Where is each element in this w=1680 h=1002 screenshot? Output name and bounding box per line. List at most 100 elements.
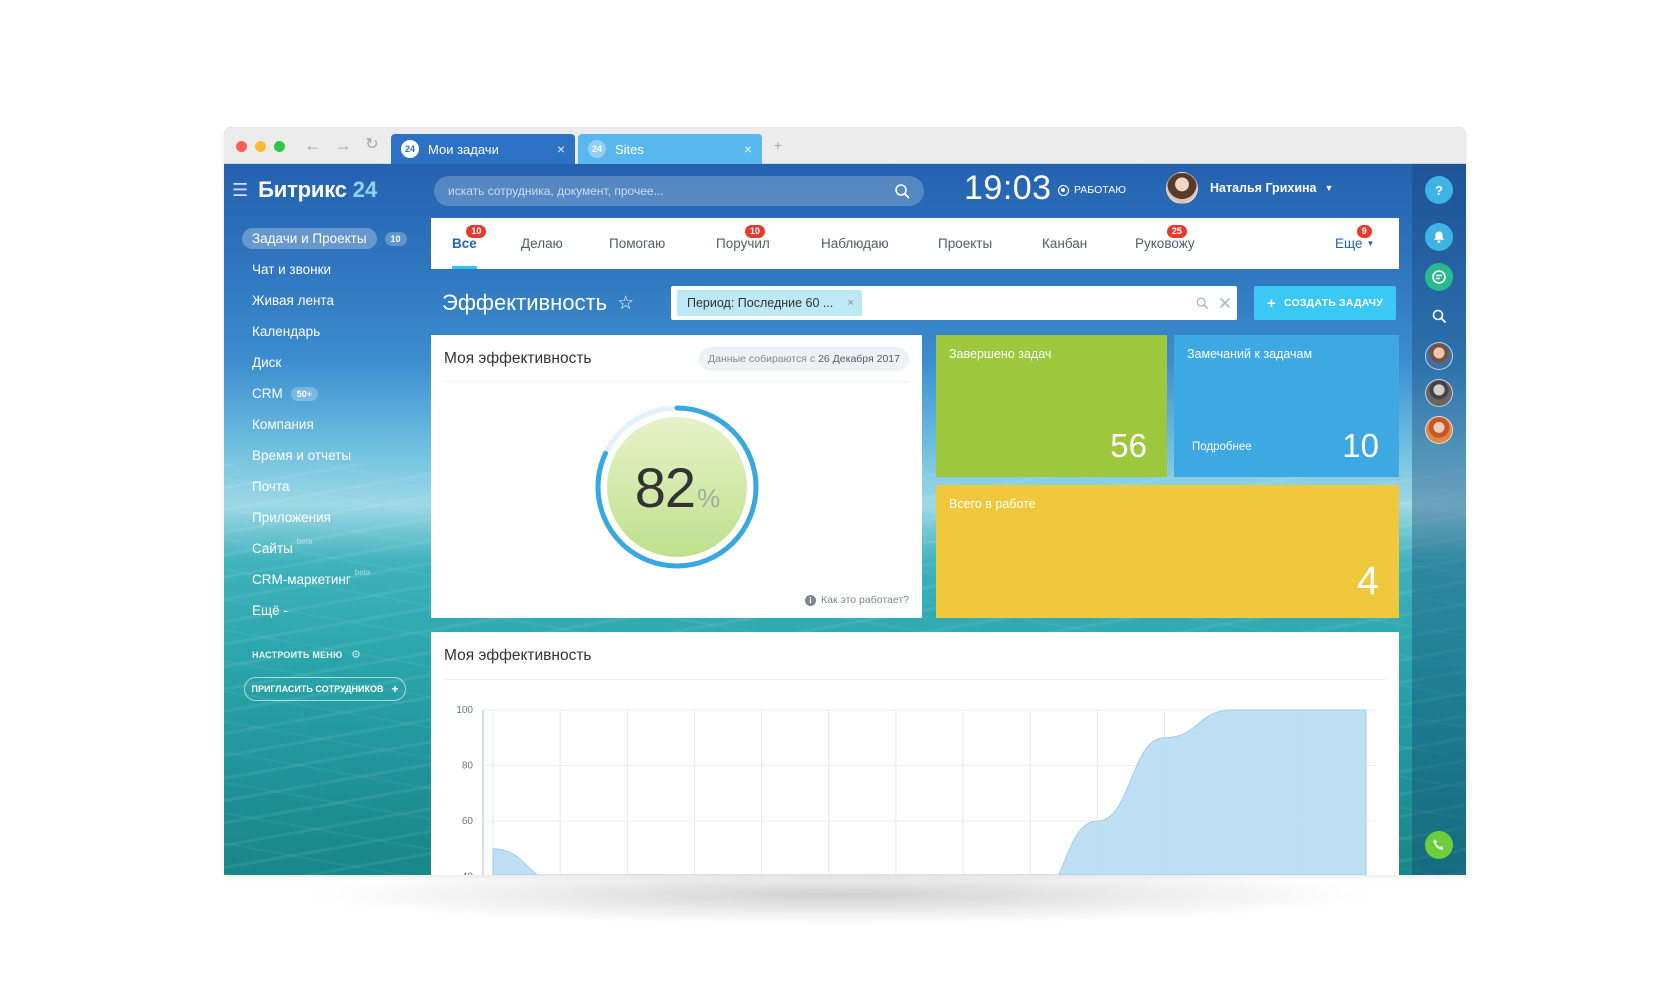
configure-menu-button[interactable]: НАСТРОИТЬ МЕНЮ ⚙ <box>252 648 361 661</box>
tab-label: Проекты <box>938 236 993 251</box>
sidebar-item-label: Приложения <box>252 510 331 525</box>
browser-tab-my-tasks[interactable]: 24 Мои задачи × <box>391 134 575 164</box>
menu-burger-icon[interactable]: ☰ <box>232 180 248 201</box>
user-name: Наталья Грихина <box>1210 181 1317 195</box>
tab-doing[interactable]: Делаю <box>521 218 563 269</box>
sidebar-item-label: CRM-маркетинг <box>252 572 351 587</box>
search-input[interactable] <box>448 184 894 198</box>
bitrix-favicon-icon: 24 <box>588 140 606 158</box>
contact-avatar[interactable] <box>1425 379 1453 407</box>
record-icon <box>1058 184 1069 196</box>
global-search[interactable] <box>434 176 924 206</box>
sidebar-item-crm[interactable]: CRM 50+ <box>242 378 432 409</box>
search-icon[interactable] <box>1195 296 1209 310</box>
sidebar-item-label: Диск <box>252 355 282 370</box>
sidebar-item-label: Сайты <box>252 541 293 556</box>
back-icon[interactable]: ← <box>303 135 323 155</box>
date-value: 26 Декабря 2017 <box>818 353 900 365</box>
how-it-works-link[interactable]: i Как это работает? <box>804 594 909 606</box>
sidebar-item-more[interactable]: Ещё - <box>242 595 432 626</box>
plus-icon: + <box>1267 294 1276 312</box>
forward-icon[interactable]: → <box>333 135 353 155</box>
search-icon[interactable] <box>894 183 910 199</box>
invite-label: ПРИГЛАСИТЬ СОТРУДНИКОВ <box>251 684 384 694</box>
clear-filter-icon[interactable] <box>1219 297 1231 309</box>
sidebar-item-label: Чат и звонки <box>252 262 332 277</box>
minimize-window-button[interactable] <box>255 141 266 152</box>
sidebar-item-sites[interactable]: Сайты beta <box>242 533 432 564</box>
close-window-button[interactable] <box>236 141 247 152</box>
create-task-button[interactable]: + СОЗДАТЬ ЗАДАЧУ <box>1254 286 1396 320</box>
details-link[interactable]: Подробнее <box>1192 441 1252 453</box>
sidebar-item-label: Живая лента <box>252 293 334 308</box>
sidebar-item-calendar[interactable]: Календарь <box>242 316 432 347</box>
tile-value: 10 <box>1342 427 1379 464</box>
sidebar-item-label: Календарь <box>252 324 321 339</box>
tab-more[interactable]: Еще ▼ 9 <box>1335 218 1374 269</box>
reload-icon[interactable]: ↻ <box>362 135 382 155</box>
notifications-bell-icon[interactable] <box>1425 223 1453 251</box>
tile-label: Замечаний к задачам <box>1187 347 1313 361</box>
close-tab-icon[interactable]: × <box>744 141 752 157</box>
sidebar-item-disk[interactable]: Диск <box>242 347 432 378</box>
tab-projects[interactable]: Проекты <box>938 218 992 269</box>
sidebar-item-crm-marketing[interactable]: CRM-маркетинг beta <box>242 564 432 595</box>
browser-tab-sites[interactable]: 24 Sites × <box>578 134 762 164</box>
sidebar-item-company[interactable]: Компания <box>242 409 432 440</box>
remove-chip-icon[interactable]: × <box>847 297 853 309</box>
star-icon[interactable]: ☆ <box>617 292 634 315</box>
invite-employees-button[interactable]: ПРИГЛАСИТЬ СОТРУДНИКОВ + <box>244 677 406 701</box>
y-tick-label: 80 <box>462 761 474 772</box>
tile-completed-tasks[interactable]: Завершено задач 56 <box>936 335 1167 477</box>
browser-window: ← → ↻ 24 Мои задачи × 24 Sites × + ☰ Бит… <box>224 127 1466 875</box>
tab-watching[interactable]: Наблюдаю <box>821 218 889 269</box>
sidebar-item-apps[interactable]: Приложения <box>242 502 432 533</box>
sidebar-item-time[interactable]: Время и отчеты <box>242 440 432 471</box>
counter-badge: 10 <box>744 225 765 238</box>
sidebar-item-feed[interactable]: Живая лента <box>242 285 432 316</box>
tile-total-in-work[interactable]: Всего в работе 4 <box>936 485 1399 618</box>
logo[interactable]: ☰ Битрикс 24 <box>232 177 377 203</box>
tile-task-remarks[interactable]: Замечаний к задачам Подробнее 10 <box>1174 335 1399 477</box>
date-prefix: Данные собираются с <box>708 353 816 365</box>
tab-kanban[interactable]: Канбан <box>1042 218 1087 269</box>
work-status-button[interactable]: РАБОТАЮ <box>1058 184 1126 196</box>
sidebar-count-badge: 50+ <box>290 386 319 401</box>
maximize-window-button[interactable] <box>274 141 285 152</box>
efficiency-card: Моя эффективность Данные собираются с 26… <box>431 335 922 618</box>
sidebar-item-tasks[interactable]: Задачи и Проекты 10 <box>242 223 432 254</box>
bitrix-favicon-icon: 24 <box>401 140 419 158</box>
open-lines-icon[interactable] <box>1425 263 1453 291</box>
tab-label: Поручил <box>716 236 770 251</box>
tab-all[interactable]: Все 10 <box>452 218 487 269</box>
filter-bar[interactable]: Период: Последние 60 ... × <box>671 286 1237 320</box>
app-area: ☰ Битрикс 24 Задачи и Проекты 10 Чат и з… <box>224 164 1466 875</box>
filter-actions <box>1195 296 1231 310</box>
tab-assigned[interactable]: Поручил 10 <box>716 218 770 269</box>
tab-label: Канбан <box>1042 236 1088 251</box>
user-menu[interactable]: Наталья Грихина ▼ <box>1166 172 1333 204</box>
sidebar-item-chat[interactable]: Чат и звонки <box>242 254 432 285</box>
y-tick-label: 60 <box>462 816 474 827</box>
sidebar-item-mail[interactable]: Почта <box>242 471 432 502</box>
avatar <box>1166 172 1198 204</box>
tile-label: Завершено задач <box>949 347 1052 361</box>
contact-search-icon[interactable] <box>1425 302 1453 330</box>
close-tab-icon[interactable]: × <box>557 141 565 157</box>
efficiency-chart-card: Моя эффективность 100806040 <box>431 632 1399 875</box>
tab-helping[interactable]: Помогаю <box>609 218 665 269</box>
contact-avatar[interactable] <box>1425 416 1453 444</box>
sidebar-item-label: Задачи и Проекты <box>242 228 377 249</box>
contact-avatar[interactable] <box>1425 342 1453 370</box>
create-task-label: СОЗДАТЬ ЗАДАЧУ <box>1283 297 1383 309</box>
tab-supervising[interactable]: Руковожу 25 <box>1135 218 1195 269</box>
work-status-label: РАБОТАЮ <box>1074 184 1126 196</box>
tab-title: Sites <box>615 141 644 157</box>
new-tab-button[interactable]: + <box>768 135 788 155</box>
phone-icon[interactable] <box>1425 831 1453 859</box>
help-button[interactable]: ? <box>1425 176 1453 204</box>
sidebar-menu: Задачи и Проекты 10 Чат и звонки Живая л… <box>242 223 432 626</box>
chevron-down-icon: ▼ <box>1366 239 1375 248</box>
filter-chip-period[interactable]: Период: Последние 60 ... × <box>677 290 862 316</box>
y-tick-label: 100 <box>456 705 473 716</box>
